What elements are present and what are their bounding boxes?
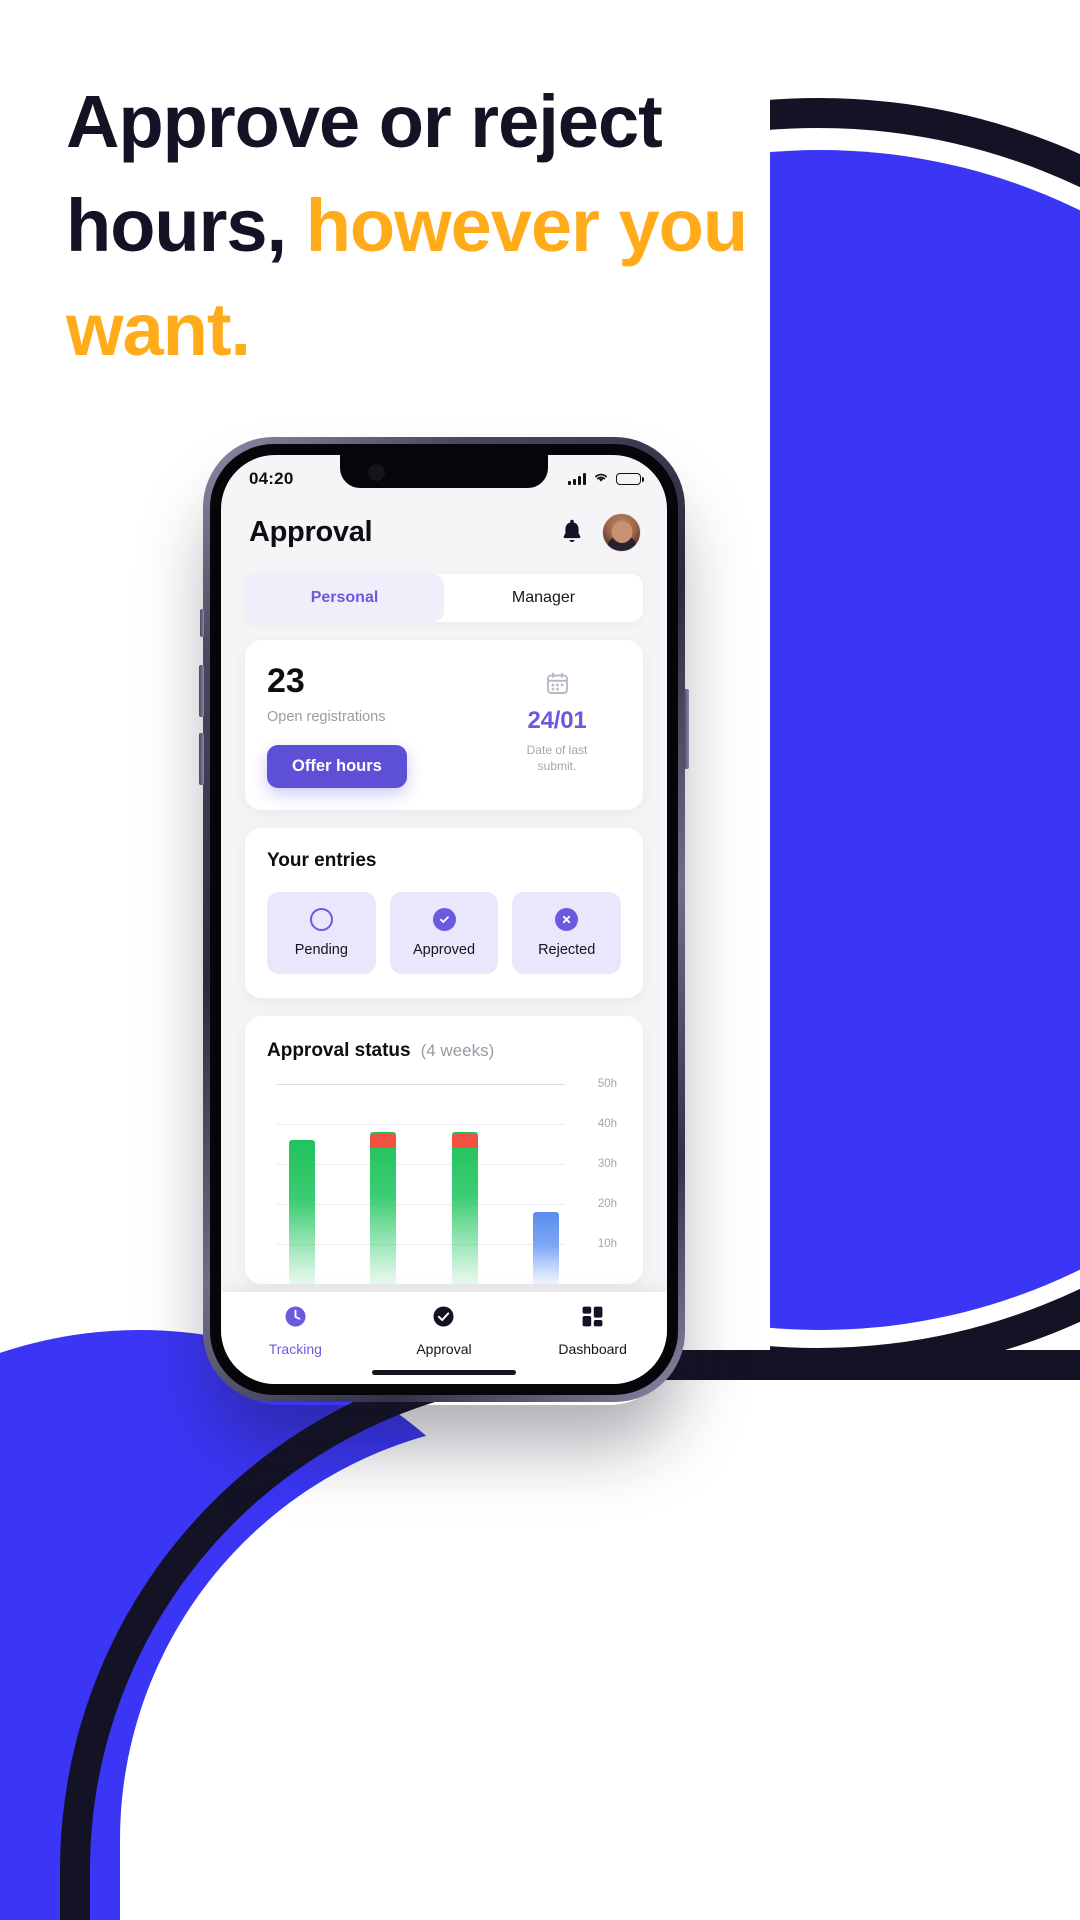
promo-headline: Approve or reject hours, however you wan…: [66, 70, 766, 382]
open-registrations-label: Open registrations: [267, 709, 386, 725]
wifi-icon: [593, 470, 609, 488]
your-entries-card: Your entries Pending Approved Rejected: [245, 828, 643, 998]
chart-subtitle: (4 weeks): [420, 1041, 495, 1060]
chart-bar-rejected-cap: [451, 1134, 478, 1148]
tab-manager[interactable]: Manager: [444, 574, 643, 622]
volume-down-button[interactable]: [199, 733, 204, 785]
power-button[interactable]: [684, 689, 689, 769]
chart-bar[interactable]: [370, 1084, 397, 1284]
chart-y-tick: 10h: [597, 1238, 617, 1250]
tab-personal[interactable]: Personal: [245, 574, 444, 622]
nav-label-tracking: Tracking: [268, 1341, 322, 1357]
last-submit-caption-line2: submit.: [537, 759, 577, 773]
summary-card: 23 Open registrations Offer hours 24/01 …: [245, 640, 643, 810]
status-time: 04:20: [249, 469, 294, 488]
phone-mockup: 04:20 Approval Personal Manager 23 Open …: [199, 437, 689, 1402]
status-bar: 04:20: [221, 455, 667, 497]
status-icons: [568, 470, 644, 488]
phone-bezel: 04:20 Approval Personal Manager 23 Open …: [210, 444, 678, 1395]
chip-approved-label: Approved: [412, 942, 476, 958]
last-submit-widget: 24/01 Date of last submit.: [493, 664, 621, 788]
phone-screen: 04:20 Approval Personal Manager 23 Open …: [221, 455, 667, 1384]
bottom-navigation: Tracking Approval Dashboard: [221, 1292, 667, 1384]
offer-hours-button[interactable]: Offer hours: [267, 745, 407, 788]
chip-rejected[interactable]: Rejected: [512, 892, 622, 974]
chart-bar[interactable]: [289, 1084, 315, 1284]
chart-bar[interactable]: [532, 1084, 559, 1284]
summary-left: 23 Open registrations Offer hours: [267, 664, 493, 788]
chip-rejected-label: Rejected: [538, 942, 596, 958]
approval-app: Approval Personal Manager 23 Open regist…: [221, 497, 667, 1284]
offer-hours-label: Offer hours: [292, 757, 382, 775]
circle-outline-icon: [309, 908, 333, 931]
chip-approved[interactable]: Approved: [389, 892, 499, 974]
promo-screenshot: Approve or reject hours, however you wan…: [0, 0, 1080, 1920]
phone-frame: 04:20 Approval Personal Manager 23 Open …: [199, 437, 689, 1402]
cellular-signal-icon: [568, 473, 586, 485]
open-registrations-count: 23: [267, 662, 305, 700]
chart-plot-area: 50h 40h 30h 20h 10h: [267, 1078, 621, 1284]
battery-icon: [616, 472, 644, 486]
home-indicator[interactable]: [372, 1370, 516, 1375]
avatar[interactable]: [602, 513, 641, 552]
tab-bar: Personal Manager: [245, 574, 643, 622]
chart-title: Approval status: [267, 1040, 411, 1061]
chart-y-tick: 30h: [597, 1158, 617, 1170]
chart-bars: [289, 1084, 559, 1284]
clock-icon: [284, 1305, 307, 1333]
chart-y-tick: 40h: [597, 1118, 617, 1130]
tab-manager-label: Manager: [511, 589, 576, 606]
chart-bar[interactable]: [451, 1084, 478, 1284]
chart-header: Approval status (4 weeks): [267, 1040, 621, 1062]
chart-y-tick: 20h: [597, 1198, 617, 1210]
last-submit-caption-line1: Date of last: [526, 743, 588, 757]
last-submit-date: 24/01: [527, 707, 587, 734]
page-title: Approval: [249, 516, 373, 548]
x-circle-icon: [555, 908, 579, 931]
chart-bar-rejected-cap: [370, 1134, 397, 1148]
app-header: Approval: [221, 497, 667, 552]
last-submit-caption: Date of last submit.: [527, 742, 588, 774]
nav-label-approval: Approval: [416, 1341, 472, 1357]
header-actions: [559, 513, 641, 552]
tab-personal-label: Personal: [310, 589, 379, 606]
nav-label-dashboard: Dashboard: [558, 1341, 627, 1357]
chip-pending-label: Pending: [294, 942, 348, 958]
nav-item-approval[interactable]: Approval: [370, 1305, 517, 1357]
check-circle-icon: [432, 1305, 455, 1333]
volume-up-button[interactable]: [199, 665, 204, 717]
nav-item-tracking[interactable]: Tracking: [222, 1305, 369, 1357]
your-entries-title: Your entries: [267, 850, 377, 871]
calendar-icon: [546, 672, 569, 695]
nav-item-dashboard[interactable]: Dashboard: [519, 1305, 666, 1357]
grid-icon: [581, 1305, 604, 1333]
chart-y-tick: 50h: [597, 1078, 617, 1090]
check-circle-icon: [432, 908, 456, 931]
entry-status-chips: Pending Approved Rejected: [267, 892, 622, 974]
mute-switch[interactable]: [200, 609, 204, 637]
notification-bell-icon[interactable]: [559, 519, 585, 546]
chip-pending[interactable]: Pending: [267, 892, 376, 974]
approval-status-chart-card: Approval status (4 weeks) 50h 40h 30h 20h 10…: [245, 1016, 643, 1284]
